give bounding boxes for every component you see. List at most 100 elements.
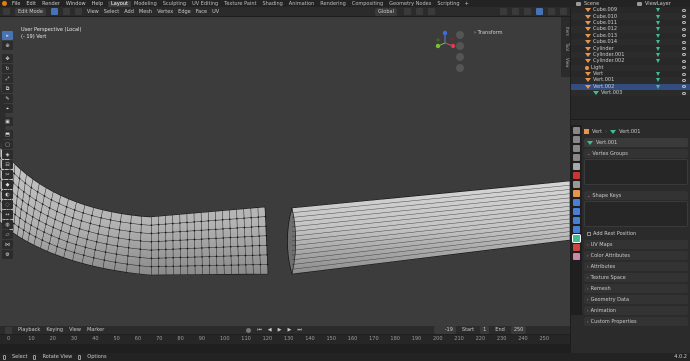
tab-view[interactable]: View (565, 55, 570, 71)
eye-icon[interactable] (682, 78, 686, 82)
menu-window[interactable]: Window (63, 1, 89, 7)
inset-icon[interactable]: ▢ (2, 140, 13, 149)
mesh-data-icon[interactable] (656, 72, 660, 77)
tab-tool[interactable]: Tool (565, 40, 570, 54)
mesh-data-icon[interactable] (656, 8, 660, 13)
zoom-icon[interactable] (456, 31, 464, 39)
menu-help[interactable]: Help (89, 1, 106, 7)
data-tab-icon[interactable] (572, 234, 581, 243)
eye-icon[interactable] (682, 40, 686, 44)
menu-vertex[interactable]: Vertex (157, 9, 173, 15)
output-tab-icon[interactable] (573, 145, 580, 152)
particles-tab-icon[interactable] (573, 208, 580, 215)
tab-animation[interactable]: Animation (286, 1, 318, 7)
menu-view[interactable]: View (87, 9, 99, 15)
overlays-icon[interactable] (500, 8, 507, 15)
tab-texture-paint[interactable]: Texture Paint (221, 1, 259, 7)
edge-select-icon[interactable] (62, 8, 70, 15)
tab-compositing[interactable]: Compositing (349, 1, 386, 7)
mesh-data-icon[interactable] (656, 78, 660, 83)
bevel-icon[interactable]: ◈ (2, 150, 13, 159)
eye-icon[interactable] (682, 66, 686, 70)
eye-icon[interactable] (682, 53, 686, 57)
editor-type-icon[interactable] (5, 326, 12, 334)
eye-icon[interactable] (682, 27, 686, 31)
menu-view[interactable]: View (69, 327, 81, 333)
pivot-icon[interactable] (404, 8, 411, 15)
view-layer-name[interactable]: ViewLayer (645, 1, 671, 7)
outliner-item[interactable]: Vert.003 (571, 90, 690, 97)
transform-panel-header[interactable]: › Transform (474, 30, 502, 36)
mode-dropdown[interactable]: Edit Mode (15, 7, 46, 16)
eye-icon[interactable] (682, 15, 686, 19)
add-workspace-icon[interactable]: + (463, 1, 471, 7)
vertex-select-icon[interactable] (50, 8, 58, 15)
snap-icon[interactable] (416, 8, 423, 15)
tab-shading[interactable]: Shading (259, 1, 285, 7)
knife-icon[interactable]: ✂ (2, 170, 13, 179)
eye-icon[interactable] (682, 34, 686, 38)
menu-file[interactable]: File (9, 1, 23, 7)
eye-icon[interactable] (682, 47, 686, 51)
extrude-icon[interactable]: ⬒ (2, 130, 13, 139)
perspective-toggle-icon[interactable] (456, 64, 464, 72)
loop-cut-icon[interactable]: ⊟ (2, 160, 13, 169)
transform-icon[interactable]: ⧉ (2, 84, 13, 93)
scene-tab-icon[interactable] (573, 163, 580, 170)
cursor-icon[interactable]: ⊕ (2, 41, 13, 50)
menu-uv[interactable]: UV (212, 9, 219, 15)
render-tab-icon[interactable] (573, 136, 580, 143)
scene-name[interactable]: Scene (584, 1, 634, 7)
section-vertex-groups[interactable]: ⌄ Vertex Groups (584, 149, 688, 158)
tab-modeling[interactable]: Modeling (131, 1, 160, 7)
rotate-icon[interactable]: ↻ (2, 64, 13, 73)
physics-tab-icon[interactable] (573, 217, 580, 224)
world-tab-icon[interactable] (573, 172, 580, 179)
face-select-icon[interactable] (74, 8, 82, 15)
record-icon[interactable] (246, 327, 252, 333)
eye-icon[interactable] (682, 21, 686, 25)
mesh-data-icon[interactable] (656, 52, 660, 57)
measure-icon[interactable]: ⌖ (2, 104, 13, 113)
proportional-edit-icon[interactable] (428, 8, 435, 15)
section-shape-keys[interactable]: ⌄ Shape Keys (584, 191, 688, 200)
section-remesh[interactable]: › Remesh (584, 284, 688, 293)
spin-icon[interactable]: ◐ (2, 190, 13, 199)
prev-keyframe-icon[interactable]: ◀ (268, 327, 272, 333)
tab-item[interactable]: Item (565, 24, 570, 39)
section-texture-space[interactable]: › Texture Space (584, 273, 688, 282)
menu-mesh[interactable]: Mesh (139, 9, 152, 15)
section-color-attributes[interactable]: › Color Attributes (584, 251, 688, 260)
eye-icon[interactable] (682, 59, 686, 63)
checkbox-icon[interactable] (587, 231, 591, 236)
current-frame-field[interactable]: -19 (433, 326, 456, 334)
3d-viewport[interactable] (0, 17, 570, 326)
menu-render[interactable]: Render (39, 1, 63, 7)
play-icon[interactable]: ▶ (278, 327, 282, 333)
section-uv-maps[interactable]: › UV Maps (584, 240, 688, 249)
wireframe-shading-icon[interactable] (524, 8, 531, 15)
transform-orientation-dropdown[interactable]: Global (375, 7, 397, 16)
select-box-icon[interactable]: ▸ (2, 31, 13, 40)
editor-type-icon[interactable] (3, 8, 10, 15)
menu-marker[interactable]: Marker (87, 327, 104, 333)
next-keyframe-icon[interactable]: ▶ (288, 327, 292, 333)
timeline-ruler[interactable]: 0 10 20 30 40 50 60 70 80 90 100 110 120 130 140 150 160… (0, 335, 570, 344)
rip-icon[interactable]: ⋈ (2, 240, 13, 249)
menu-select[interactable]: Select (104, 9, 119, 15)
bent-pipe-mesh[interactable] (0, 146, 269, 276)
eye-icon[interactable] (682, 91, 686, 95)
eye-icon[interactable] (682, 85, 686, 89)
section-attributes[interactable]: › Attributes (584, 262, 688, 271)
move-icon[interactable]: ✥ (2, 54, 13, 63)
mesh-data-icon[interactable] (656, 33, 660, 38)
gear-icon[interactable]: ⚙ (2, 250, 13, 259)
shear-icon[interactable]: ▱ (2, 230, 13, 239)
add-rest-position-checkbox[interactable]: Add Rest Position (584, 229, 688, 238)
mesh-data-name-field[interactable]: Vert.001 (584, 138, 688, 147)
rendered-shading-icon[interactable] (560, 8, 567, 15)
mesh-data-icon[interactable] (656, 14, 660, 19)
add-cube-icon[interactable]: ▣ (2, 117, 13, 126)
menu-add[interactable]: Add (124, 9, 134, 15)
menu-playback[interactable]: Playback (18, 327, 40, 333)
